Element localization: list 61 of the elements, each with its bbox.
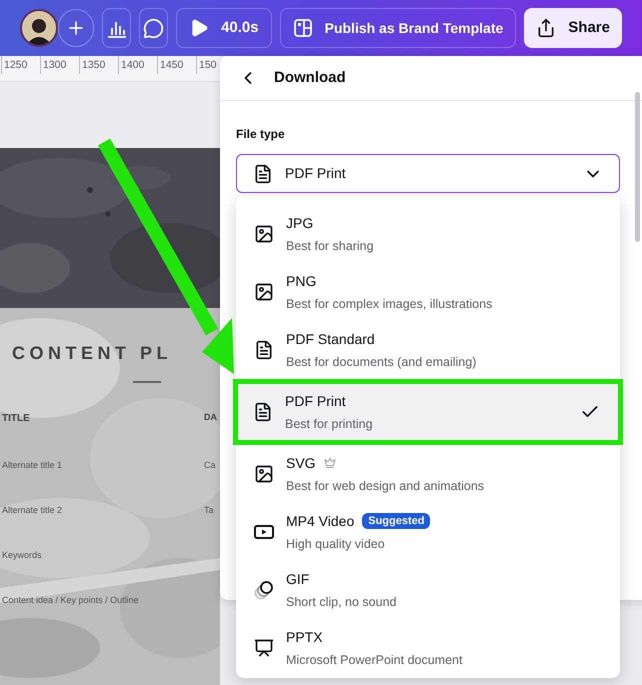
option-description: Best for printing (285, 416, 374, 433)
play-button[interactable]: 40.0s (176, 8, 272, 48)
column-header: TITLE (1, 412, 31, 426)
table-cell-text: Alternate title 1 (1, 459, 64, 471)
option-title: SVG (286, 454, 316, 473)
option-title: MP4 Video (286, 512, 354, 531)
ruler-label: 1350 (79, 56, 118, 74)
document-icon (254, 340, 274, 360)
speech-bubble-icon (143, 18, 164, 38)
option-title: GIF (286, 570, 310, 589)
option-title: PDF Standard (286, 330, 375, 349)
image-icon (254, 464, 274, 484)
option-description: High quality video (286, 536, 386, 553)
file-type-option[interactable]: GIF Short clip, no sound (236, 561, 620, 619)
add-button[interactable] (58, 9, 94, 47)
option-description: Short clip, no sound (286, 594, 398, 611)
document-icon (253, 402, 273, 422)
file-type-option[interactable]: MP4 Video Suggested High quality video (236, 503, 620, 561)
page-heading: CONTENT PL (12, 342, 173, 365)
option-title: JPG (286, 214, 314, 233)
file-type-option[interactable]: PDF Print Best for printing (233, 379, 623, 445)
field-label: File type (236, 127, 285, 141)
file-type-option[interactable]: JPG Best for sharing (236, 205, 620, 263)
suggested-badge: Suggested (362, 513, 430, 530)
ruler-label: 1250 (1, 56, 40, 74)
table-cell: Ca (204, 459, 216, 471)
option-description: Best for web design and animations (286, 478, 486, 495)
column-header: DA (204, 411, 217, 424)
ruler-label: 1400 (118, 56, 157, 74)
comment-button[interactable] (139, 8, 168, 48)
avatar[interactable] (20, 9, 58, 47)
table-cell: Ta (204, 504, 214, 516)
ruler-label: 1300 (40, 56, 79, 74)
table-cell-text: Content idea / Key points / Outline (1, 594, 140, 606)
file-type-option[interactable]: PPTX Microsoft PowerPoint document (236, 619, 620, 677)
share-icon (536, 18, 556, 38)
option-title: PDF Print (285, 392, 346, 411)
image-icon (254, 282, 274, 302)
file-type-option[interactable]: SVG Best for web design and animations (236, 445, 620, 503)
option-description: Best for complex images, illustrations (286, 296, 494, 313)
option-description: Microsoft PowerPoint document (286, 652, 464, 669)
option-description: Best for sharing (286, 238, 375, 255)
image-icon (254, 224, 274, 244)
share-button[interactable]: Share (524, 8, 622, 48)
option-description: Best for documents (and emailing) (286, 354, 478, 371)
video-icon (254, 524, 274, 540)
file-type-select[interactable]: PDF Print (236, 154, 620, 193)
analytics-button[interactable] (102, 8, 132, 48)
panel-title: Download (274, 68, 346, 88)
file-type-option[interactable]: PNG Best for complex images, illustrations (236, 263, 620, 321)
ruler-label: 1450 (157, 56, 196, 74)
table-cell-text: Alternate title 2 (1, 504, 64, 516)
option-title: PPTX (286, 628, 323, 647)
template-icon (292, 18, 313, 38)
option-title: PNG (286, 272, 316, 291)
presentation-icon (254, 638, 274, 658)
table-cell-text: Keywords (1, 549, 43, 561)
circles-icon (254, 580, 274, 600)
file-type-option[interactable]: PDF Standard Best for documents (and emailing) (236, 321, 620, 379)
publish-template-button[interactable]: Publish as Brand Template (280, 8, 516, 48)
document-icon (253, 164, 273, 184)
